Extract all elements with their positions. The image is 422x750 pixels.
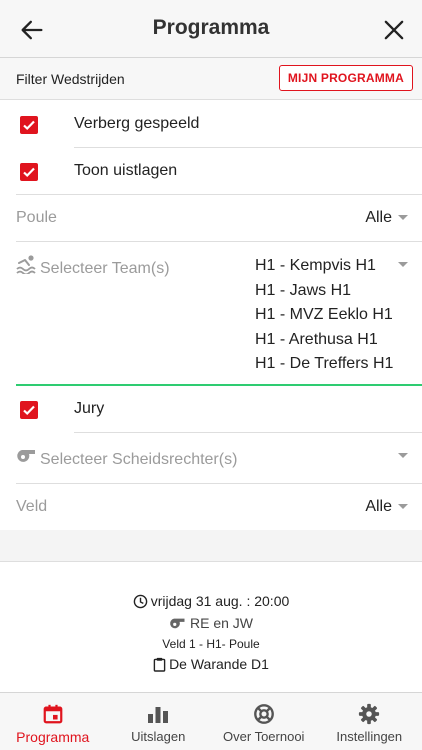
referee-select[interactable]: Selecteer Scheidsrechter(s) xyxy=(0,433,422,483)
jury-row[interactable]: Jury xyxy=(0,386,422,433)
page-title: Programma xyxy=(152,16,270,39)
my-program-button[interactable]: MIJN PROGRAMMA xyxy=(278,65,413,91)
team-item: H1 - De Treffers H1 xyxy=(255,355,394,372)
match-referees: RE en JW xyxy=(189,615,253,631)
field-value: Alle xyxy=(365,498,392,515)
selected-teams: H1 - Kempvis H1 H1 - Jaws H1 H1 - MVZ Ee… xyxy=(255,255,393,378)
app-bar: Programma xyxy=(0,0,422,58)
field-label: Veld xyxy=(16,498,48,515)
team-placeholder: Selecteer Team(s) xyxy=(40,260,170,277)
show-results-label: Toon uistlagen xyxy=(74,162,178,179)
clipboard-icon xyxy=(153,657,166,672)
poule-label: Poule xyxy=(16,209,57,226)
swimmer-icon xyxy=(16,255,36,274)
match-datetime-line: vrijdag 31 aug. : 20:00 xyxy=(0,590,422,612)
match-item[interactable]: vrijdag 31 aug. : 20:00 RE en JW Veld 1 … xyxy=(0,590,422,674)
caret-down-icon xyxy=(398,262,408,267)
close-icon[interactable] xyxy=(380,16,408,44)
bar-chart-icon xyxy=(148,707,169,723)
show-results-row[interactable]: Toon uistlagen xyxy=(0,148,422,195)
tab-label: Over Toernooi xyxy=(223,729,305,744)
tab-programma[interactable]: Programma xyxy=(0,693,106,750)
hide-played-row[interactable]: Verberg gespeeld xyxy=(0,101,422,148)
tab-label: Programma xyxy=(16,729,90,745)
check-icon xyxy=(23,120,35,131)
poule-select[interactable]: Poule Alle xyxy=(0,195,422,241)
calendar-icon xyxy=(43,704,63,724)
referee-placeholder: Selecteer Scheidsrechter(s) xyxy=(40,451,238,468)
filter-title: Filter Wedstrijden xyxy=(16,71,125,87)
caret-down-icon xyxy=(398,504,408,509)
poule-value: Alle xyxy=(365,209,392,226)
tab-instellingen[interactable]: Instellingen xyxy=(317,693,422,750)
tab-label: Uitslagen xyxy=(131,729,186,744)
clock-icon xyxy=(133,594,148,608)
match-info-line: Veld 1 - H1- Poule xyxy=(0,634,422,654)
match-referees-line: RE en JW xyxy=(0,612,422,634)
team-item: H1 - Kempvis H1 xyxy=(255,257,376,274)
whistle-icon xyxy=(17,450,35,462)
jury-checkbox[interactable] xyxy=(20,401,38,419)
caret-down-icon xyxy=(398,215,408,220)
match-location-line: De Warande D1 xyxy=(0,654,422,674)
caret-down-icon xyxy=(398,453,408,458)
section-gap xyxy=(0,530,422,562)
match-datetime: vrijdag 31 aug. : 20:00 xyxy=(150,593,290,609)
tab-over-toernooi[interactable]: Over Toernooi xyxy=(211,693,317,750)
match-location: De Warande D1 xyxy=(169,656,269,672)
lifebuoy-icon xyxy=(253,704,274,724)
tab-label: Instellingen xyxy=(336,729,403,744)
match-info: Veld 1 - H1- Poule xyxy=(162,637,260,651)
jury-label: Jury xyxy=(74,400,105,417)
team-item: H1 - Jaws H1 xyxy=(255,281,352,299)
field-select[interactable]: Veld Alle xyxy=(0,484,422,530)
tab-uitslagen[interactable]: Uitslagen xyxy=(106,693,212,750)
check-icon xyxy=(23,405,35,416)
bottom-tab-bar: Programma Uitslagen Over Toernooi Instel… xyxy=(0,692,422,750)
team-item: H1 - MVZ Eeklo H1 xyxy=(255,306,393,323)
hide-played-label: Verberg gespeeld xyxy=(74,115,200,132)
filter-bar: Filter Wedstrijden MIJN PROGRAMMA xyxy=(0,58,422,100)
show-results-checkbox[interactable] xyxy=(20,163,38,181)
team-item: H1 - Arethusa H1 xyxy=(255,330,378,348)
gear-icon xyxy=(359,703,380,725)
check-icon xyxy=(23,167,35,178)
hide-played-checkbox[interactable] xyxy=(20,116,38,134)
whistle-icon xyxy=(170,618,185,628)
